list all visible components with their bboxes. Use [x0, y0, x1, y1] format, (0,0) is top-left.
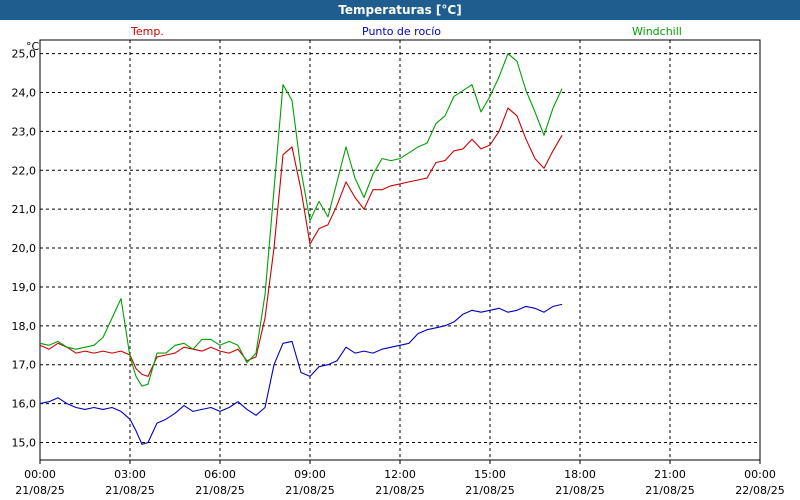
x-tick-date: 21/08/25: [285, 484, 334, 497]
x-tick-time: 00:00: [744, 468, 776, 481]
y-tick-label: 17,0: [12, 359, 37, 372]
y-tick-label: 22,0: [12, 164, 37, 177]
x-tick-time: 00:00: [24, 468, 56, 481]
y-tick-label: 19,0: [12, 281, 37, 294]
x-tick-date: 21/08/25: [15, 484, 64, 497]
x-tick-time: 12:00: [384, 468, 416, 481]
y-tick-label: 16,0: [12, 398, 37, 411]
x-tick-time: 03:00: [114, 468, 146, 481]
x-tick-time: 06:00: [204, 468, 236, 481]
x-tick-date: 22/08/25: [735, 484, 784, 497]
temperature-chart: 15,0 16,0 17,0 18,0 19,0 20,0 21,0 22,0 23,0 24,0…: [12, 39, 785, 497]
y-tick-label: 20,0: [12, 242, 37, 255]
x-tick-time: 18:00: [564, 468, 596, 481]
x-tick-date: 21/08/25: [375, 484, 424, 497]
x-tick-date: 21/08/25: [555, 484, 604, 497]
y-tick-label: 21,0: [12, 203, 37, 216]
x-tick-time: 21:00: [654, 468, 686, 481]
x-tick-date: 21/08/25: [105, 484, 154, 497]
x-tick-time: 09:00: [294, 468, 326, 481]
x-tick-date: 21/08/25: [645, 484, 694, 497]
y-tick-label: 23,0: [12, 125, 37, 138]
x-tick-date: 21/08/25: [465, 484, 514, 497]
x-tick-date: 21/08/25: [195, 484, 244, 497]
y-tick-label: 25,0: [12, 48, 37, 61]
y-tick-label: 15,0: [12, 437, 37, 450]
y-tick-label: 18,0: [12, 320, 37, 333]
x-tick-time: 15:00: [474, 468, 506, 481]
y-tick-label: 24,0: [12, 87, 37, 100]
